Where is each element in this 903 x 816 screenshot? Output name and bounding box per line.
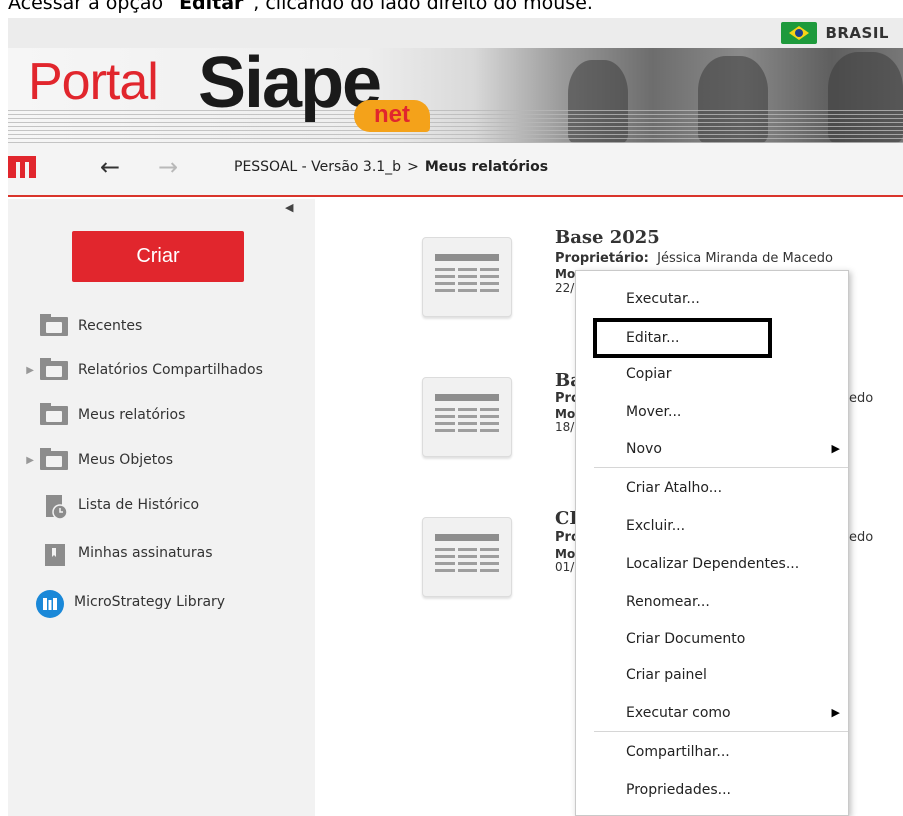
menu-item-novo[interactable]: Novo ▶	[576, 431, 848, 467]
report-modified-label: Mo	[555, 267, 576, 281]
menu-item-localizar-dependentes[interactable]: Localizar Dependentes...	[576, 546, 848, 582]
logo-portal-text: Portal	[28, 53, 159, 111]
user-folder-icon	[40, 403, 70, 427]
report-owner: Proprietário: Jéssica Miranda de Macedo	[555, 251, 833, 266]
sidebar-item-meus-objetos[interactable]: ▶ Meus Objetos	[8, 443, 315, 477]
top-bar: BRASIL	[8, 18, 903, 48]
menu-item-criar-documento[interactable]: Criar Documento	[576, 621, 848, 657]
logo-siape-text: Siape	[198, 48, 382, 123]
breadcrumb-root[interactable]: PESSOAL - Versão 3.1_b	[234, 159, 401, 175]
sidebar-item-label: Lista de Histórico	[78, 497, 200, 513]
sidebar-item-label: Recentes	[78, 318, 143, 334]
menu-item-propriedades[interactable]: Propriedades...	[576, 772, 848, 808]
sidebar-item-label: Meus relatórios	[78, 407, 186, 423]
arrow-left-icon[interactable]: ←	[100, 155, 120, 179]
sidebar-item-lista-de-historico[interactable]: Lista de Histórico	[8, 488, 315, 522]
shared-folder-icon	[40, 358, 70, 382]
report-thumbnail[interactable]	[422, 237, 512, 317]
country-label: BRASIL	[825, 24, 889, 42]
report-thumbnail[interactable]	[422, 517, 512, 597]
menu-item-excluir[interactable]: Excluir...	[576, 508, 848, 544]
sidebar-item-label: MicroStrategy Library	[74, 594, 226, 610]
navigation-bar: ← → PESSOAL - Versão 3.1_b > Meus relatóri…	[8, 143, 903, 197]
library-icon	[36, 590, 66, 618]
menu-item-executar[interactable]: Executar...	[576, 281, 848, 317]
expand-caret-icon[interactable]: ▶	[8, 365, 40, 376]
breadcrumb-current: Meus relatórios	[424, 159, 549, 175]
menu-item-copiar[interactable]: Copiar	[576, 356, 848, 392]
sidebar-item-label: Relatórios Compartilhados	[78, 362, 263, 378]
banner-stripes	[8, 110, 903, 143]
microstrategy-m-icon[interactable]	[8, 153, 36, 181]
objects-folder-icon	[40, 448, 70, 472]
sidebar-item-label: Minhas assinaturas	[78, 545, 213, 561]
bookmark-icon	[40, 541, 70, 566]
report-modified-label: Mo	[555, 547, 576, 561]
menu-separator	[594, 731, 848, 732]
menu-item-mover[interactable]: Mover...	[576, 394, 848, 430]
sidebar-item-label: Meus Objetos	[78, 452, 174, 468]
brazil-flag-icon	[781, 22, 818, 44]
submenu-arrow-icon: ▶	[831, 706, 840, 719]
history-icon	[40, 493, 70, 520]
create-button[interactable]: Criar	[72, 231, 244, 282]
portal-banner: Portal Siape net	[8, 48, 903, 143]
sidebar-item-meus-relatorios[interactable]: Meus relatórios	[8, 398, 315, 432]
menu-item-executar-como[interactable]: Executar como ▶	[576, 695, 848, 731]
breadcrumb-separator: >	[407, 159, 419, 175]
menu-item-compartilhar[interactable]: Compartilhar...	[576, 734, 848, 770]
menu-item-renomear[interactable]: Renomear...	[576, 584, 848, 620]
instruction-caption: Acessar a opção “Editar”, clicando do la…	[8, 0, 593, 14]
sidebar-item-relatorios-compartilhados[interactable]: ▶ Relatórios Compartilhados	[8, 353, 315, 387]
report-title[interactable]: Base 2025	[555, 227, 660, 248]
submenu-arrow-icon: ▶	[831, 442, 840, 455]
collapse-left-icon[interactable]: ◀	[285, 201, 293, 214]
sidebar-item-recentes[interactable]: Recentes	[8, 309, 315, 343]
expand-caret-icon[interactable]: ▶	[8, 455, 40, 466]
country-selector[interactable]: BRASIL	[781, 22, 889, 44]
menu-item-criar-atalho[interactable]: Criar Atalho...	[576, 470, 848, 506]
sidebar: ◀ Criar Recentes ▶ Relatórios Compartilh…	[8, 199, 315, 816]
report-modified-label: Mo	[555, 407, 576, 421]
clock-folder-icon	[40, 314, 70, 338]
arrow-right-icon[interactable]: →	[158, 155, 178, 179]
logo-net-badge: net	[354, 100, 430, 132]
breadcrumb: PESSOAL - Versão 3.1_b > Meus relatórios	[234, 159, 548, 175]
menu-separator	[594, 467, 848, 468]
sidebar-item-minhas-assinaturas[interactable]: Minhas assinaturas	[8, 536, 315, 570]
report-thumbnail[interactable]	[422, 377, 512, 457]
highlight-annotation-box	[593, 318, 772, 358]
sidebar-item-microstrategy-library[interactable]: MicroStrategy Library	[8, 585, 315, 619]
menu-item-criar-painel[interactable]: Criar painel	[576, 657, 848, 693]
